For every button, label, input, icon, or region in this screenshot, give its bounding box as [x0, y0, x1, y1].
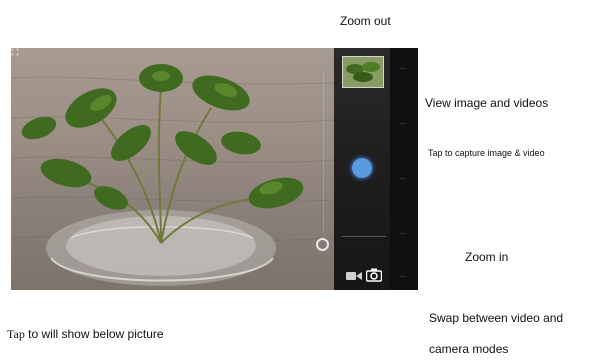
- tap-word: Tap: [7, 327, 25, 341]
- thumbnail-image: [343, 57, 383, 87]
- edge-markers: [400, 48, 408, 290]
- capture-annotation: Tap to capture image & video: [428, 148, 545, 158]
- view-media-annotation: View image and videos: [425, 96, 549, 110]
- zoom-in-annotation: Zoom in: [465, 250, 509, 264]
- tap-preview-annotation: Tap to will show below picture: [7, 327, 164, 342]
- zoom-out-annotation: Zoom out: [340, 14, 391, 28]
- gallery-thumbnail[interactable]: [342, 56, 384, 88]
- tap-preview-rest: to will show below picture: [24, 327, 164, 341]
- panel-divider: [342, 236, 386, 237]
- zoom-knob[interactable]: [316, 238, 329, 251]
- swap-modes-annotation-line2: camera modes: [429, 342, 509, 356]
- control-strip: [334, 48, 391, 290]
- camera-viewfinder[interactable]: [11, 48, 334, 290]
- video-camera-icon[interactable]: [346, 271, 362, 281]
- grid-icon[interactable]: [11, 48, 19, 56]
- swap-modes-annotation-line1: Swap between video and: [429, 311, 564, 325]
- zoom-track[interactable]: [323, 73, 324, 233]
- camera-screen: [11, 48, 418, 290]
- camera-icon[interactable]: [366, 268, 382, 282]
- plant-preview-image: [11, 64, 334, 286]
- shutter-button[interactable]: [352, 158, 372, 178]
- camera-control-panel: [334, 48, 418, 290]
